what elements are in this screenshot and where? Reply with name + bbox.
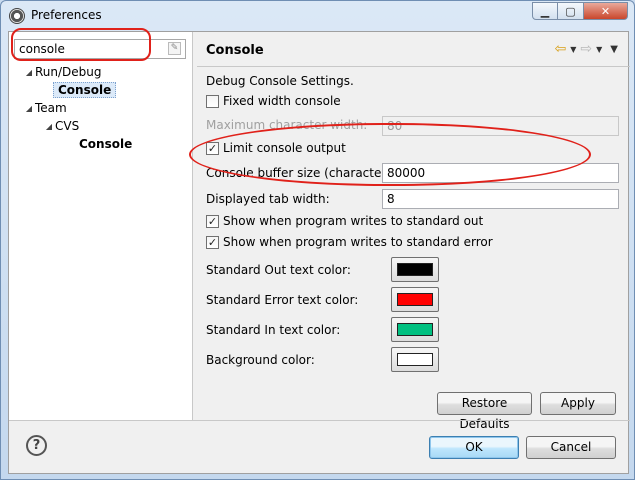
color-swatch: [397, 353, 433, 366]
background-color-label: Background color:: [206, 353, 315, 367]
limit-output-checkbox[interactable]: ✓ Limit console output: [206, 141, 346, 155]
ok-button[interactable]: OK: [429, 436, 519, 459]
color-swatch: [397, 293, 433, 306]
checkbox-checked[interactable]: ✓: [206, 235, 219, 249]
checkbox-box[interactable]: [206, 94, 219, 108]
apply-button[interactable]: Apply: [540, 392, 616, 415]
stdout-color-label: Standard Out text color:: [206, 263, 351, 277]
buffer-size-label: Console buffer size (characters):: [206, 166, 402, 180]
forward-arrow-icon: ⇨: [580, 41, 593, 57]
max-char-width-label: Maximum character width:: [206, 118, 368, 132]
close-icon: ✕: [600, 4, 611, 18]
filter-field[interactable]: ✎: [14, 39, 186, 59]
color-swatch: [397, 263, 433, 276]
window-title: Preferences: [31, 8, 102, 22]
tab-width-label: Displayed tab width:: [206, 192, 330, 206]
checkbox-label: Limit console output: [223, 141, 346, 155]
minimize-icon: ▁: [540, 4, 550, 18]
checkbox-label: Fixed width console: [223, 94, 341, 108]
color-swatch: [397, 323, 433, 336]
expanded-chevron-icon[interactable]: ◢: [23, 68, 35, 77]
preferences-window: Preferences ▁ ▢ ✕ ✎ ◢ Run/Debug Console: [0, 0, 635, 480]
minimize-button[interactable]: ▁: [532, 2, 558, 20]
restore-defaults-button[interactable]: Restore Defaults: [437, 392, 532, 431]
cancel-button[interactable]: Cancel: [526, 436, 616, 459]
expanded-chevron-icon[interactable]: ◢: [43, 122, 55, 131]
stdout-color-button[interactable]: [391, 257, 439, 282]
history-navigation: ⇦ ▼ ⇨ ▼ ▼: [555, 42, 618, 56]
show-stdout-checkbox[interactable]: ✓ Show when program writes to standard o…: [206, 214, 483, 228]
help-icon[interactable]: ?: [26, 435, 47, 456]
tree-item-run-debug-console[interactable]: Console: [53, 81, 117, 99]
max-char-width-field: 80: [382, 116, 619, 136]
tab-width-field[interactable]: 8: [382, 189, 619, 209]
tree-item-label: Console: [53, 82, 117, 98]
dialog-client: ✎ ◢ Run/Debug Console ◢ Team ◢ CVS: [8, 31, 630, 474]
preference-page: Console ⇦ ▼ ⇨ ▼ ▼ Debug Console Settings…: [197, 32, 630, 431]
page-title: Console: [206, 43, 264, 58]
expanded-chevron-icon[interactable]: ◢: [23, 104, 35, 113]
footer-separator: [9, 420, 630, 421]
preference-tree-panel: ✎ ◢ Run/Debug Console ◢ Team ◢ CVS: [9, 32, 193, 420]
stdin-color-button[interactable]: [391, 317, 439, 342]
stdin-color-label: Standard In text color:: [206, 323, 341, 337]
checkbox-label: Show when program writes to standard err…: [223, 235, 493, 249]
tree-item-label: CVS: [55, 119, 80, 133]
title-bar: Preferences ▁ ▢ ✕: [1, 1, 634, 31]
maximize-icon: ▢: [565, 4, 576, 18]
show-stderr-checkbox[interactable]: ✓ Show when program writes to standard e…: [206, 235, 493, 249]
tree-item-cvs-console[interactable]: Console: [79, 135, 132, 153]
maximize-button[interactable]: ▢: [558, 2, 584, 20]
tree-item-cvs[interactable]: ◢ CVS: [43, 117, 79, 135]
back-dropdown-icon[interactable]: ▼: [570, 45, 576, 54]
background-color-button[interactable]: [391, 347, 439, 372]
close-button[interactable]: ✕: [584, 2, 628, 20]
tree-item-team[interactable]: ◢ Team: [23, 99, 67, 117]
view-menu-icon[interactable]: ▼: [610, 44, 618, 55]
app-icon: [9, 8, 25, 24]
clear-filter-icon[interactable]: ✎: [168, 42, 181, 55]
back-arrow-icon[interactable]: ⇦: [555, 42, 567, 56]
stderr-color-button[interactable]: [391, 287, 439, 312]
stderr-color-label: Standard Error text color:: [206, 293, 359, 307]
checkbox-checked[interactable]: ✓: [206, 214, 219, 228]
title-separator: [197, 66, 630, 67]
checkbox-checked[interactable]: ✓: [206, 141, 219, 155]
tree-item-label: Run/Debug: [35, 65, 102, 79]
panel-sash[interactable]: [193, 32, 196, 420]
window-controls: ▁ ▢ ✕: [532, 2, 628, 20]
fixed-width-checkbox[interactable]: Fixed width console: [206, 94, 341, 108]
tree-item-label: Console: [79, 137, 133, 151]
checkbox-label: Show when program writes to standard out: [223, 214, 484, 228]
filter-input[interactable]: [15, 40, 161, 58]
tree-item-run-debug[interactable]: ◢ Run/Debug: [23, 63, 102, 81]
tree-item-label: Team: [35, 101, 67, 115]
buffer-size-field[interactable]: 80000: [382, 163, 619, 183]
section-label: Debug Console Settings.: [206, 74, 354, 88]
forward-dropdown-icon: ▼: [596, 44, 603, 54]
